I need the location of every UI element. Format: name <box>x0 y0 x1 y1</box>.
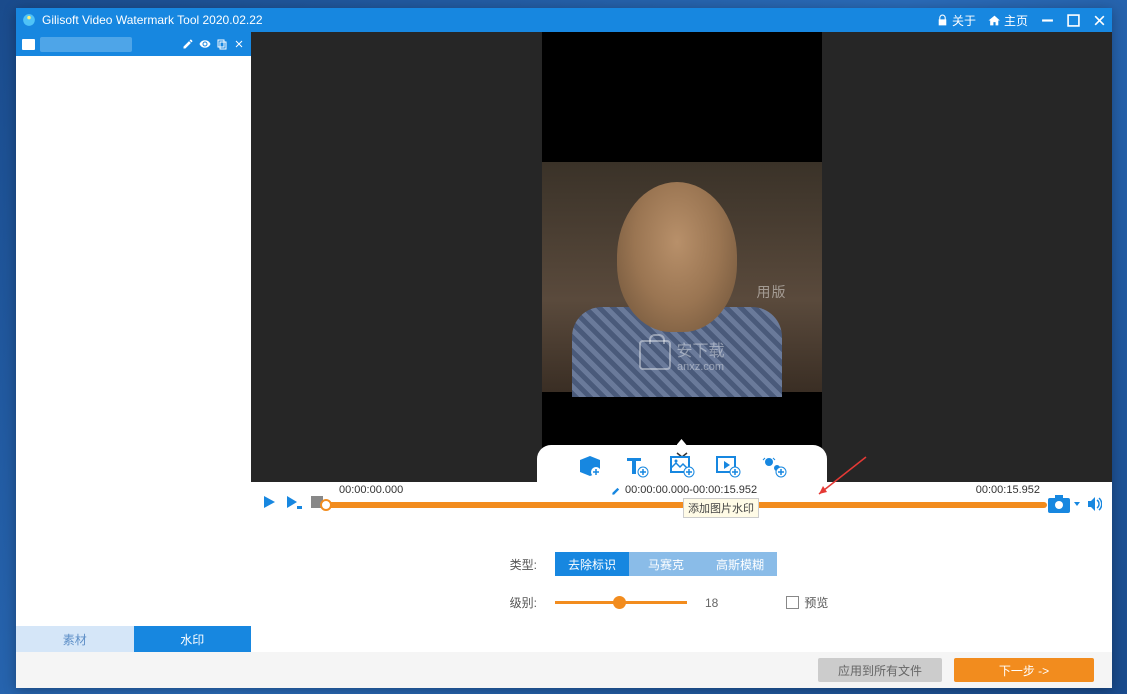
add-video-watermark-button[interactable] <box>715 454 741 478</box>
preview-checkbox[interactable] <box>786 596 799 609</box>
thumbnail-icon <box>22 39 35 50</box>
titlebar: Gilisoft Video Watermark Tool 2020.02.22… <box>16 8 1112 32</box>
app-logo-icon <box>22 13 36 27</box>
thumbnail-list <box>16 56 251 626</box>
main-area: 用版 安下载 anxz.com <box>251 32 1112 688</box>
add-effect-button[interactable] <box>761 454 787 478</box>
app-window: Gilisoft Video Watermark Tool 2020.02.22… <box>16 8 1112 688</box>
close-button[interactable] <box>1092 13 1106 27</box>
watermark-overlay-right: 用版 <box>757 282 787 302</box>
type-mosaic-button[interactable]: 马赛克 <box>629 552 703 576</box>
level-label: 级别: <box>501 594 537 611</box>
apply-all-button[interactable]: 应用到所有文件 <box>818 658 942 682</box>
preview-checkbox-label: 预览 <box>804 594 828 611</box>
watermark-overlay-center: 安下载 anxz.com <box>638 337 724 373</box>
play-button[interactable] <box>261 494 277 510</box>
tab-material[interactable]: 素材 <box>16 626 134 652</box>
eye-icon[interactable] <box>199 38 211 50</box>
video-preview: 用版 安下载 anxz.com <box>251 32 1112 482</box>
timeline-thumb[interactable] <box>320 499 332 511</box>
delete-icon[interactable] <box>233 38 245 50</box>
edit-icon[interactable] <box>182 38 194 50</box>
tooltip: 添加图片水印 <box>683 498 759 518</box>
type-label: 类型: <box>501 556 537 573</box>
tool-tray <box>537 445 827 483</box>
home-button[interactable]: 主页 <box>988 12 1028 29</box>
next-button[interactable]: 下一步 -> <box>954 658 1094 682</box>
thumbnail-name <box>40 37 132 52</box>
timeline: 00:00:00.000 00:00:00.000-00:00:15.952 0… <box>251 482 1112 522</box>
level-value: 18 <box>705 596 718 610</box>
type-remove-button[interactable]: 去除标识 <box>555 552 629 576</box>
pencil-icon <box>611 485 622 496</box>
type-blur-button[interactable]: 高斯模糊 <box>703 552 777 576</box>
home-icon <box>988 14 1001 27</box>
thumbnail-item[interactable] <box>16 32 251 56</box>
footer: 应用到所有文件 下一步 -> <box>16 652 1112 688</box>
sidebar: 素材 水印 <box>16 32 251 688</box>
video-frame[interactable]: 用版 安下载 anxz.com <box>542 32 822 482</box>
app-title: Gilisoft Video Watermark Tool 2020.02.22 <box>42 13 263 27</box>
snapshot-button[interactable] <box>1047 494 1071 514</box>
lock-icon <box>936 14 949 27</box>
maximize-button[interactable] <box>1066 13 1080 27</box>
add-image-watermark-button[interactable] <box>669 454 695 478</box>
play-next-button[interactable] <box>285 494 303 510</box>
time-end: 00:00:15.952 <box>976 484 1040 496</box>
add-text-watermark-button[interactable] <box>623 454 649 478</box>
add-shape-watermark-button[interactable] <box>577 454 603 478</box>
copy-icon[interactable] <box>216 38 228 50</box>
tray-collapse-handle[interactable] <box>675 446 689 450</box>
about-button[interactable]: 关于 <box>936 12 976 29</box>
time-range: 00:00:00.000-00:00:15.952 <box>611 484 757 496</box>
minimize-button[interactable] <box>1040 13 1054 27</box>
snapshot-dropdown-icon[interactable] <box>1073 500 1081 508</box>
bag-icon <box>638 340 670 370</box>
level-slider[interactable] <box>555 601 687 604</box>
time-start: 00:00:00.000 <box>339 484 403 496</box>
volume-icon[interactable] <box>1086 496 1102 512</box>
tab-watermark[interactable]: 水印 <box>134 626 252 652</box>
